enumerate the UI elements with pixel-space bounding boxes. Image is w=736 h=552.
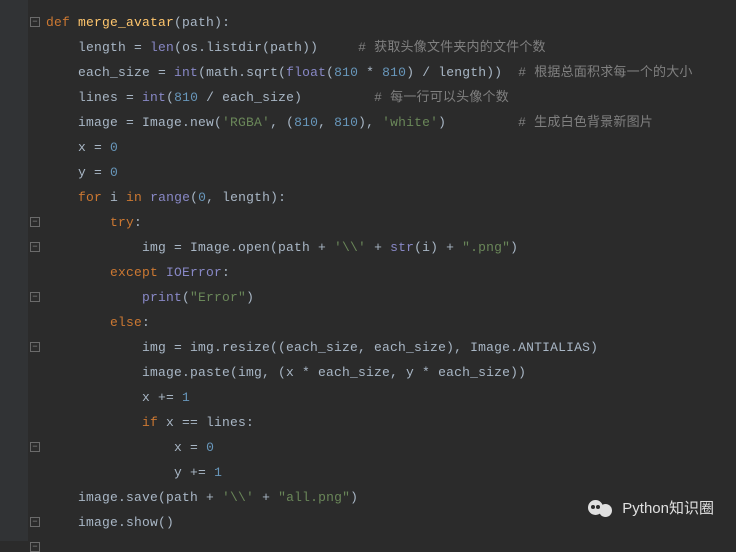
code-line: else: [46, 310, 736, 335]
code-line: def merge_avatar(path): [46, 10, 736, 35]
code-line: image = Image.new('RGBA', (810, 810), 'w… [46, 110, 736, 135]
code-line: x += 1 [46, 385, 736, 410]
fold-icon[interactable] [30, 17, 40, 27]
code-line: img = Image.open(path + '\\' + str(i) + … [46, 235, 736, 260]
code-line: y = 0 [46, 160, 736, 185]
fold-icon[interactable] [30, 292, 40, 302]
fold-column [28, 0, 42, 541]
code-line: try: [46, 210, 736, 235]
wechat-icon [588, 498, 614, 520]
code-line: each_size = int(math.sqrt(float(810 * 81… [46, 60, 736, 85]
fold-icon[interactable] [30, 442, 40, 452]
code-line: y += 1 [46, 460, 736, 485]
fold-icon[interactable] [30, 517, 40, 527]
code-line: if x == lines: [46, 410, 736, 435]
gutter [0, 0, 29, 541]
watermark: Python知识圈 [588, 496, 714, 521]
fold-icon[interactable] [30, 342, 40, 352]
code-line: x = 0 [46, 435, 736, 460]
code-line: print("Error") [46, 285, 736, 310]
code-line: except IOError: [46, 260, 736, 285]
code-line: image.paste(img, (x * each_size, y * eac… [46, 360, 736, 385]
watermark-text: Python知识圈 [622, 496, 714, 521]
code-line: lines = int(810 / each_size) # 每一行可以头像个数 [46, 85, 736, 110]
code-area[interactable]: def merge_avatar(path): length = len(os.… [46, 0, 736, 535]
fold-icon[interactable] [30, 242, 40, 252]
code-line: length = len(os.listdir(path)) # 获取头像文件夹… [46, 35, 736, 60]
code-line: img = img.resize((each_size, each_size),… [46, 335, 736, 360]
fold-icon[interactable] [30, 217, 40, 227]
fold-icon[interactable] [30, 542, 40, 552]
code-line: for i in range(0, length): [46, 185, 736, 210]
code-line: x = 0 [46, 135, 736, 160]
